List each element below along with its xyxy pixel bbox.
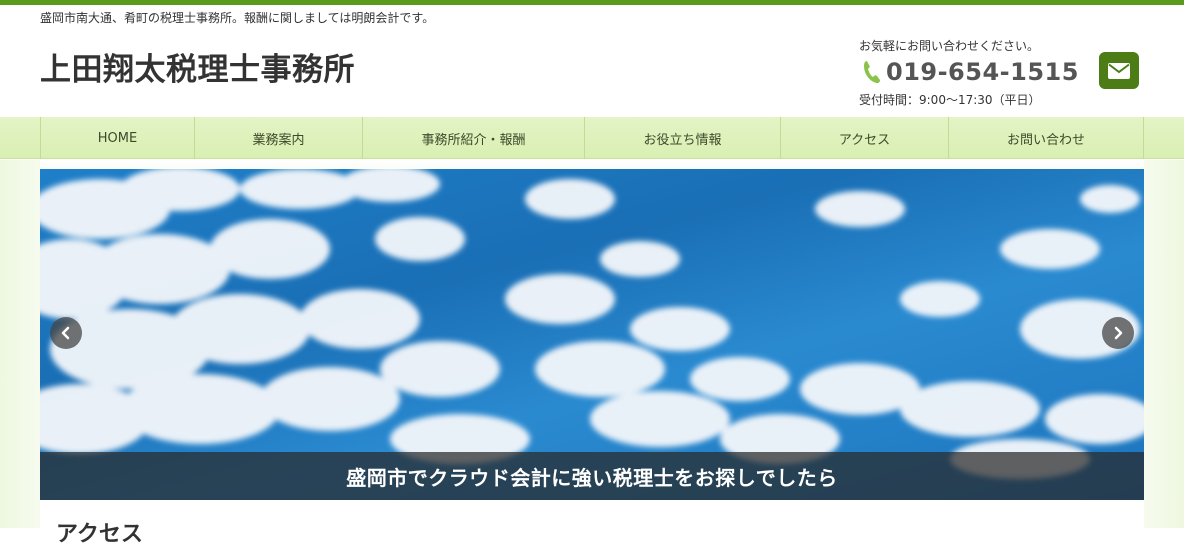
top-accent-bar xyxy=(0,0,1184,5)
page-side-shade-right xyxy=(1144,160,1184,528)
contact-lead: お気軽にお問い合わせください。 xyxy=(859,39,1040,53)
envelope-icon xyxy=(1108,62,1130,79)
content-card: アクセス xyxy=(40,500,1144,547)
nav-item-contact[interactable]: お問い合わせ xyxy=(948,117,1144,159)
phone-icon xyxy=(862,59,882,85)
hero-caption-bar: 盛岡市でクラウド会計に強い税理士をお探しでしたら xyxy=(40,452,1144,500)
sky-clouds-image xyxy=(40,169,1144,479)
nav-item-useful-info[interactable]: お役立ち情報 xyxy=(584,117,780,159)
slider-next-button[interactable] xyxy=(1102,317,1134,349)
hero-caption: 盛岡市でクラウド会計に強い税理士をお探しでしたら xyxy=(346,465,838,490)
global-nav: HOME 業務案内 事務所紹介・報酬 お役立ち情報 アクセス お問い合わせ xyxy=(0,117,1184,159)
nav-item-services[interactable]: 業務案内 xyxy=(194,117,362,159)
nav-item-home[interactable]: HOME xyxy=(40,117,194,159)
slider-prev-button[interactable] xyxy=(50,317,82,349)
phone-number[interactable]: 019-654-1515 xyxy=(886,58,1079,86)
nav-item-about-fees[interactable]: 事務所紹介・報酬 xyxy=(362,117,584,159)
phone-contact[interactable]: 019-654-1515 xyxy=(862,56,1079,88)
nav-item-access[interactable]: アクセス xyxy=(780,117,948,159)
chevron-left-icon xyxy=(61,326,70,340)
site-title[interactable]: 上田翔太税理士事務所 xyxy=(40,44,355,89)
page-side-shade-left xyxy=(0,160,40,528)
hero-slider[interactable]: 盛岡市でクラウド会計に強い税理士をお探しでしたら xyxy=(40,169,1144,500)
section-heading: アクセス xyxy=(56,522,143,547)
mail-button[interactable] xyxy=(1099,52,1139,89)
business-hours: 受付時間：9:00〜17:30（平日） xyxy=(859,93,1041,107)
site-tagline: 盛岡市南大通、肴町の税理士事務所。報酬に関しましては明朗会計です。 xyxy=(40,11,435,25)
chevron-right-icon xyxy=(1114,326,1123,340)
